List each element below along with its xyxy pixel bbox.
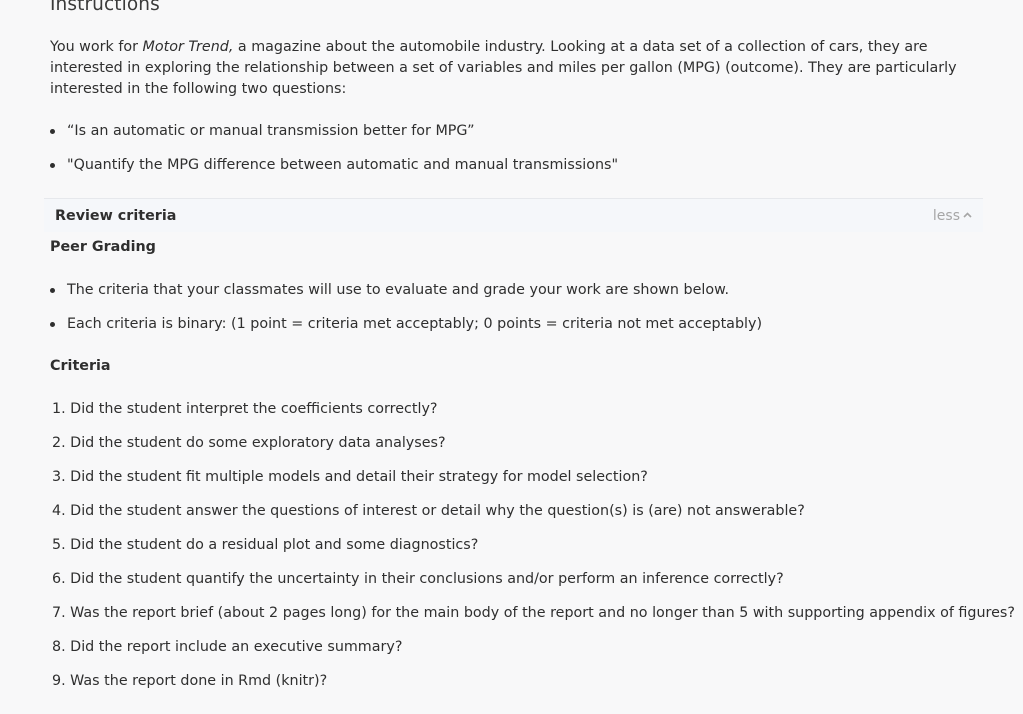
review-criteria-header[interactable]: Review criteria less (44, 198, 983, 232)
criteria-item: 2. Did the student do some exploratory d… (52, 435, 446, 451)
list-item: The criteria that your classmates will u… (50, 280, 762, 314)
criteria-list: 1. Did the student interpret the coeffic… (52, 399, 1015, 705)
criteria-item: 3. Did the student fit multiple models a… (52, 469, 648, 485)
peer-point-text: The criteria that your classmates will u… (67, 282, 730, 298)
bullet-icon (50, 322, 55, 327)
peer-point-text: Each criteria is binary: (1 point = crit… (67, 316, 763, 332)
question-text: "Quantify the MPG difference between aut… (67, 157, 619, 173)
question-text: “Is an automatic or manual transmission … (67, 123, 475, 139)
intro-text-start: You work for (50, 39, 143, 55)
criteria-item: 5. Did the student do a residual plot an… (52, 537, 479, 553)
peer-grading-heading: Peer Grading (50, 239, 156, 255)
criteria-item: 4. Did the student answer the questions … (52, 503, 805, 519)
list-item: "Quantify the MPG difference between aut… (50, 155, 618, 189)
less-toggle-label: less (932, 208, 960, 224)
bullet-icon (50, 288, 55, 293)
instructions-heading: Instructions (50, 0, 160, 15)
list-item: Each criteria is binary: (1 point = crit… (50, 314, 762, 348)
list-item: “Is an automatic or manual transmission … (50, 121, 618, 155)
instructions-intro: You work for Motor Trend, a magazine abo… (50, 37, 980, 100)
criteria-item: 6. Did the student quantify the uncertai… (52, 571, 784, 587)
bullet-icon (50, 129, 55, 134)
peer-grading-list: The criteria that your classmates will u… (50, 280, 762, 348)
criteria-item: 7. Was the report brief (about 2 pages l… (52, 605, 1015, 621)
magazine-name: Motor Trend, (142, 39, 234, 55)
criteria-item: 9. Was the report done in Rmd (knitr)? (52, 673, 328, 689)
less-toggle-button[interactable]: less (933, 208, 972, 224)
bullet-icon (50, 163, 55, 168)
review-criteria-title: Review criteria (55, 208, 177, 224)
criteria-heading: Criteria (50, 358, 111, 374)
questions-list: “Is an automatic or manual transmission … (50, 121, 618, 189)
criteria-item: 1. Did the student interpret the coeffic… (52, 401, 438, 417)
chevron-up-icon (963, 212, 972, 218)
page: Instructions You work for Motor Trend, a… (0, 0, 1023, 714)
criteria-item: 8. Did the report include an executive s… (52, 639, 403, 655)
